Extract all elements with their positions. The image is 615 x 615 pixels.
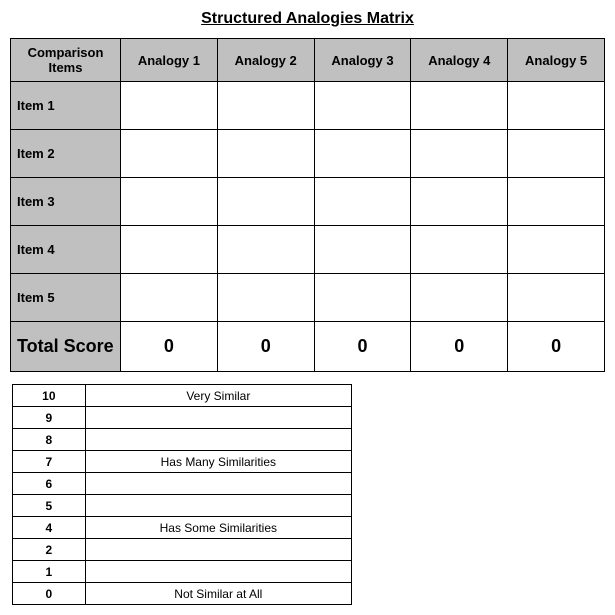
- total-value-0: 0: [121, 322, 218, 372]
- col-header-4: Analogy 4: [411, 39, 508, 82]
- cell-3-3[interactable]: [411, 226, 508, 274]
- analogy-matrix-table: Comparison Items Analogy 1 Analogy 2 Ana…: [10, 38, 605, 372]
- legend-desc-6: Has Some Similarities: [85, 517, 351, 539]
- total-value-2: 0: [314, 322, 411, 372]
- cell-2-1[interactable]: [217, 178, 314, 226]
- row-header-2: Item 3: [11, 178, 121, 226]
- cell-0-3[interactable]: [411, 82, 508, 130]
- legend-desc-1: [85, 407, 351, 429]
- table-row: Item 5: [11, 274, 605, 322]
- legend-desc-7: [85, 539, 351, 561]
- table-row: Item 4: [11, 226, 605, 274]
- legend-score-1: 9: [13, 407, 86, 429]
- cell-3-0[interactable]: [121, 226, 218, 274]
- cell-0-1[interactable]: [217, 82, 314, 130]
- legend-score-4: 6: [13, 473, 86, 495]
- col-header-0: Comparison Items: [11, 39, 121, 82]
- legend-row: 2: [13, 539, 352, 561]
- legend-score-7: 2: [13, 539, 86, 561]
- cell-3-2[interactable]: [314, 226, 411, 274]
- cell-1-4[interactable]: [508, 130, 605, 178]
- row-header-3: Item 4: [11, 226, 121, 274]
- legend-score-8: 1: [13, 561, 86, 583]
- cell-0-4[interactable]: [508, 82, 605, 130]
- table-row: Item 1: [11, 82, 605, 130]
- legend-row: 0Not Similar at All: [13, 583, 352, 605]
- total-value-4: 0: [508, 322, 605, 372]
- legend-desc-9: Not Similar at All: [85, 583, 351, 605]
- legend-score-9: 0: [13, 583, 86, 605]
- col-header-1: Analogy 1: [121, 39, 218, 82]
- legend-row: 6: [13, 473, 352, 495]
- cell-4-4[interactable]: [508, 274, 605, 322]
- cell-2-4[interactable]: [508, 178, 605, 226]
- legend-row: 1: [13, 561, 352, 583]
- row-header-1: Item 2: [11, 130, 121, 178]
- cell-3-4[interactable]: [508, 226, 605, 274]
- cell-2-0[interactable]: [121, 178, 218, 226]
- cell-0-0[interactable]: [121, 82, 218, 130]
- cell-4-1[interactable]: [217, 274, 314, 322]
- cell-1-0[interactable]: [121, 130, 218, 178]
- col-header-5: Analogy 5: [508, 39, 605, 82]
- total-label: Total Score: [11, 322, 121, 372]
- legend-score-0: 10: [13, 385, 86, 407]
- legend-row: 4Has Some Similarities: [13, 517, 352, 539]
- total-value-1: 0: [217, 322, 314, 372]
- cell-4-3[interactable]: [411, 274, 508, 322]
- legend-desc-0: Very Similar: [85, 385, 351, 407]
- cell-0-2[interactable]: [314, 82, 411, 130]
- cell-4-2[interactable]: [314, 274, 411, 322]
- legend-row: 5: [13, 495, 352, 517]
- cell-1-2[interactable]: [314, 130, 411, 178]
- legend-score-6: 4: [13, 517, 86, 539]
- cell-3-1[interactable]: [217, 226, 314, 274]
- row-header-0: Item 1: [11, 82, 121, 130]
- col-header-3: Analogy 3: [314, 39, 411, 82]
- legend-row: 8: [13, 429, 352, 451]
- cell-1-1[interactable]: [217, 130, 314, 178]
- cell-4-0[interactable]: [121, 274, 218, 322]
- total-value-3: 0: [411, 322, 508, 372]
- legend-desc-2: [85, 429, 351, 451]
- legend-score-2: 8: [13, 429, 86, 451]
- total-row: Total Score00000: [11, 322, 605, 372]
- legend-desc-5: [85, 495, 351, 517]
- col-header-2: Analogy 2: [217, 39, 314, 82]
- table-row: Item 2: [11, 130, 605, 178]
- cell-1-3[interactable]: [411, 130, 508, 178]
- legend-desc-8: [85, 561, 351, 583]
- legend-desc-3: Has Many Similarities: [85, 451, 351, 473]
- cell-2-3[interactable]: [411, 178, 508, 226]
- legend-table: 10Very Similar987Has Many Similarities65…: [12, 384, 352, 605]
- row-header-4: Item 5: [11, 274, 121, 322]
- legend-desc-4: [85, 473, 351, 495]
- legend-row: 9: [13, 407, 352, 429]
- legend-score-5: 5: [13, 495, 86, 517]
- legend-row: 10Very Similar: [13, 385, 352, 407]
- legend-score-3: 7: [13, 451, 86, 473]
- legend-row: 7Has Many Similarities: [13, 451, 352, 473]
- page-title: Structured Analogies Matrix: [10, 10, 605, 28]
- table-row: Item 3: [11, 178, 605, 226]
- cell-2-2[interactable]: [314, 178, 411, 226]
